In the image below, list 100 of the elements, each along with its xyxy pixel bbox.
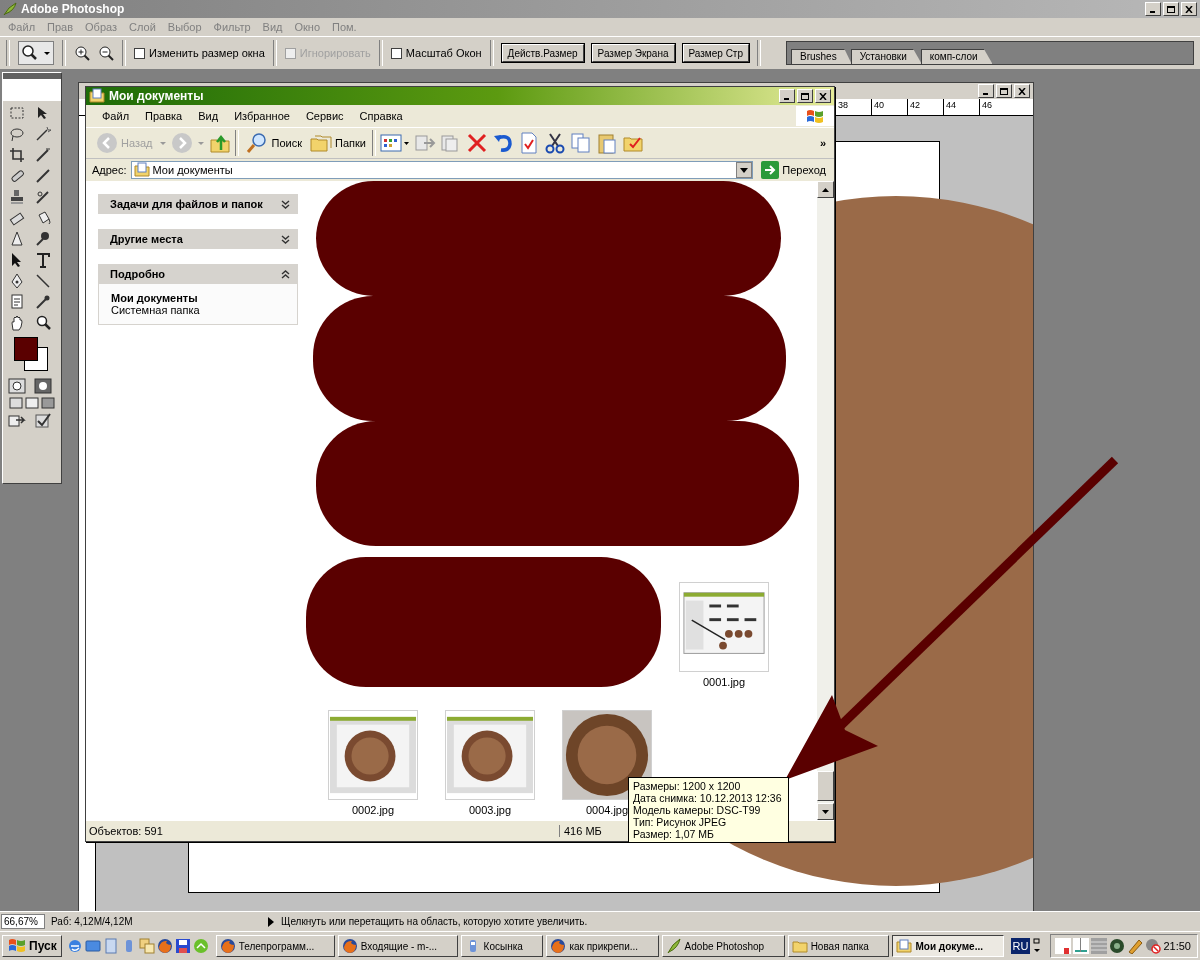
file-name[interactable]: 0003.jpg bbox=[468, 804, 512, 816]
scroll-up-icon[interactable] bbox=[822, 187, 829, 192]
jump-icon[interactable] bbox=[8, 412, 28, 428]
views-icon[interactable] bbox=[379, 133, 410, 153]
menu-item[interactable]: Файл bbox=[94, 110, 138, 122]
grid-icon bbox=[1091, 938, 1108, 954]
cut-icon[interactable] bbox=[543, 132, 566, 154]
zoom-option-button[interactable]: Размер Экрана bbox=[591, 44, 675, 62]
minimize-button[interactable] bbox=[978, 84, 994, 98]
chevron-icon[interactable] bbox=[281, 234, 290, 244]
task-panel-header[interactable]: Подробно bbox=[98, 264, 298, 284]
tool-icon[interactable] bbox=[34, 146, 52, 164]
screenshot-thumbnail[interactable] bbox=[679, 582, 769, 672]
meter-icon bbox=[1055, 938, 1072, 954]
menu-item[interactable]: Справка bbox=[351, 110, 411, 122]
tool-icon[interactable] bbox=[34, 188, 52, 206]
maximize-icon bbox=[801, 92, 809, 100]
taskbar-button[interactable]: Новая папка bbox=[787, 935, 890, 957]
zoom-in-icon[interactable] bbox=[74, 45, 90, 61]
tool-icon[interactable] bbox=[34, 314, 52, 332]
browser-e-icon[interactable] bbox=[66, 938, 83, 954]
undo-icon[interactable] bbox=[491, 132, 514, 154]
go-button[interactable]: Переход bbox=[757, 161, 830, 179]
medal-screenshot-thumbnail[interactable] bbox=[328, 710, 418, 800]
checkbox-option[interactable]: Изменить размер окна bbox=[134, 47, 265, 59]
taskbar-button[interactable]: Adobe Photoshop bbox=[661, 935, 785, 957]
close-button[interactable] bbox=[1014, 84, 1030, 98]
menu-item[interactable]: Правка bbox=[137, 110, 191, 122]
start-button[interactable]: Пуск bbox=[2, 935, 62, 957]
tool-icon[interactable] bbox=[34, 272, 52, 290]
close-button[interactable] bbox=[1181, 2, 1197, 16]
browser-icon[interactable] bbox=[156, 938, 173, 954]
scroll-down-icon[interactable] bbox=[822, 809, 829, 814]
folders-button[interactable]: Папки bbox=[308, 133, 368, 153]
search-button[interactable]: Поиск bbox=[242, 132, 304, 154]
screen-mode-icon[interactable] bbox=[9, 397, 23, 409]
maximize-button[interactable] bbox=[1163, 2, 1179, 16]
close-button[interactable] bbox=[815, 89, 831, 103]
taskbar-button[interactable]: Телепрограмм... bbox=[215, 935, 335, 957]
palette-tab[interactable]: Установки bbox=[850, 49, 922, 64]
menu-item[interactable]: Вид bbox=[190, 110, 227, 122]
scrollbar-thumb[interactable] bbox=[817, 771, 834, 801]
check-icon[interactable] bbox=[34, 412, 52, 428]
palette-tab[interactable]: комп-слои bbox=[920, 49, 993, 64]
maximize-button[interactable] bbox=[996, 84, 1012, 98]
screen-mode-icon[interactable] bbox=[41, 397, 55, 409]
meter-icon bbox=[1073, 938, 1090, 954]
play-triangle-icon[interactable] bbox=[267, 915, 275, 928]
tool-icon[interactable] bbox=[34, 167, 52, 185]
caret-icon[interactable] bbox=[1033, 937, 1042, 955]
tool-icon[interactable] bbox=[34, 251, 52, 269]
medal-screenshot-thumbnail[interactable] bbox=[445, 710, 535, 800]
language-indicator[interactable]: RU bbox=[1010, 938, 1031, 954]
task-panel-header[interactable]: Задачи для файлов и папок bbox=[98, 194, 298, 214]
tool-icon[interactable] bbox=[34, 230, 52, 248]
zoom-out-icon[interactable] bbox=[98, 45, 114, 61]
file-name[interactable]: 0001.jpg bbox=[702, 676, 746, 688]
palette-tab[interactable]: Brushes bbox=[791, 49, 852, 64]
taskbar-button[interactable]: как прикрепи... bbox=[546, 935, 659, 957]
taskbar-button[interactable]: Входящие - m-... bbox=[337, 935, 458, 957]
maximize-button[interactable] bbox=[797, 89, 813, 103]
delete-icon[interactable] bbox=[465, 132, 488, 154]
taskbar-button[interactable]: Косынка bbox=[460, 935, 544, 957]
standard-mode-icon[interactable] bbox=[8, 378, 26, 394]
documents-folder-icon bbox=[133, 162, 150, 178]
address-field[interactable]: Мои документы bbox=[130, 161, 754, 179]
menu-item[interactable]: Избранное bbox=[226, 110, 298, 122]
total-size: 416 МБ bbox=[563, 825, 602, 837]
minimize-button[interactable] bbox=[1145, 2, 1161, 16]
documents-folder-icon bbox=[89, 88, 105, 104]
tool-icon[interactable] bbox=[8, 230, 26, 248]
zoom-option-button[interactable]: Размер Стр bbox=[682, 44, 749, 62]
tool-icon[interactable] bbox=[8, 146, 26, 164]
minimize-button[interactable] bbox=[779, 89, 795, 103]
folder-icon bbox=[791, 938, 808, 954]
chevron-icon[interactable] bbox=[281, 199, 290, 209]
zoom-option-button[interactable]: Действ.Размер bbox=[501, 44, 584, 62]
taskbar-button[interactable]: Мои докуме... bbox=[892, 935, 1004, 957]
file-name[interactable]: 0004.jpg bbox=[585, 804, 629, 816]
more-chevron[interactable]: » bbox=[819, 137, 826, 149]
task-panel-header[interactable]: Другие места bbox=[98, 229, 298, 249]
paste-icon[interactable] bbox=[595, 132, 618, 154]
search-icon bbox=[244, 132, 269, 154]
menu-item[interactable]: Сервис bbox=[297, 110, 352, 122]
clock: 21:50 bbox=[1163, 940, 1191, 952]
desktop-icon[interactable] bbox=[84, 938, 101, 954]
tool-preset-picker[interactable] bbox=[18, 41, 54, 65]
scrollbar[interactable] bbox=[817, 181, 834, 820]
screen-mode-icon[interactable] bbox=[25, 397, 39, 409]
windows-flag-icon bbox=[806, 108, 824, 124]
quick-mask-icon[interactable] bbox=[34, 378, 52, 394]
zoom-level-field[interactable]: 66,67% bbox=[1, 914, 45, 929]
tool-icon[interactable] bbox=[34, 125, 52, 143]
file-name[interactable]: 0002.jpg bbox=[351, 804, 395, 816]
tool-icon[interactable] bbox=[8, 314, 26, 332]
pencil-icon bbox=[1127, 938, 1144, 954]
tool-icon[interactable] bbox=[34, 293, 52, 311]
checkbox-option[interactable]: Масштаб Окон bbox=[390, 47, 482, 59]
tool-icon[interactable] bbox=[8, 188, 26, 206]
chevron-icon[interactable] bbox=[281, 269, 290, 279]
